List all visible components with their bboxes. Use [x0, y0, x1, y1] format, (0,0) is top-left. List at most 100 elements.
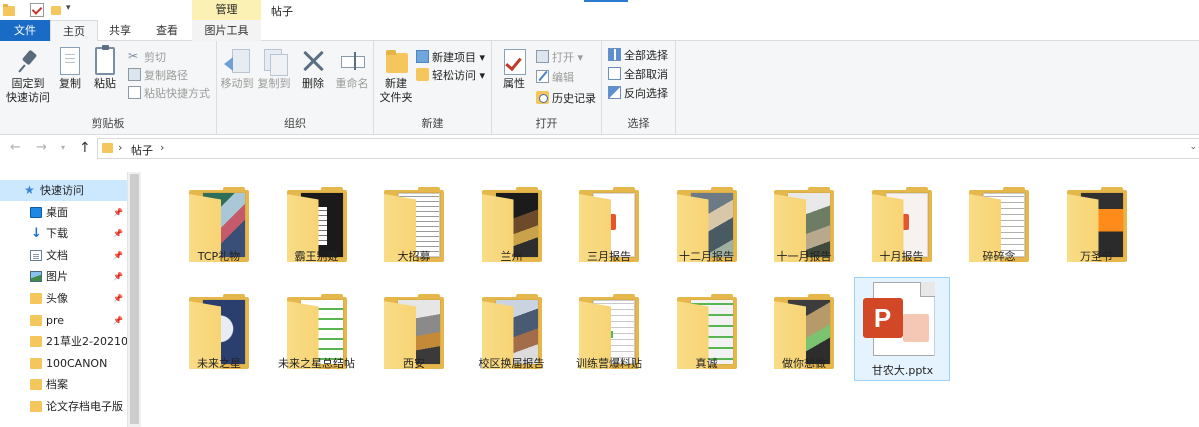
tab-share[interactable]: 共享: [98, 20, 142, 41]
nav-item-label: 下载: [46, 227, 68, 241]
recent-locations-icon[interactable]: ▾: [61, 143, 65, 152]
nav-item[interactable]: 21草业2-20210: [0, 331, 127, 352]
nav-item[interactable]: 论文存档电子版: [0, 396, 127, 417]
tab-file[interactable]: 文件: [0, 20, 50, 41]
pin-icon[interactable]: 📌: [113, 266, 123, 287]
rename-button[interactable]: 重命名: [333, 47, 371, 91]
pin-icon[interactable]: 📌: [113, 310, 123, 331]
address-bar[interactable]: › 帖子 › ⌄: [97, 138, 1199, 159]
easy-access-label: 轻松访问 ▾: [432, 69, 486, 82]
select-none-label: 全部取消: [624, 68, 668, 81]
pin-icon[interactable]: 📌: [113, 288, 123, 309]
select-all-button[interactable]: 全部选择: [608, 47, 668, 65]
address-dropdown-icon[interactable]: ⌄: [1189, 142, 1197, 152]
new-item-button[interactable]: 新建项目 ▾: [416, 49, 485, 67]
folder-item[interactable]: 未来之星总结帖: [269, 277, 365, 381]
delete-label: 删除: [302, 77, 324, 90]
desktop-icon: [30, 206, 42, 218]
easy-access-button[interactable]: 轻松访问 ▾: [416, 67, 485, 85]
forward-arrow-icon[interactable]: →: [36, 140, 47, 155]
select-none-button[interactable]: 全部取消: [608, 66, 668, 84]
nav-scrollbar[interactable]: [127, 172, 141, 427]
breadcrumb-item[interactable]: 帖子: [131, 142, 153, 158]
delete-button[interactable]: 删除: [297, 47, 329, 91]
ribbon-tabs: 文件 主页 共享 查看 图片工具: [0, 20, 1199, 42]
tab-view[interactable]: 查看: [142, 20, 192, 41]
folder-item[interactable]: 兰州: [464, 170, 560, 274]
pin-icon[interactable]: 📌: [113, 202, 123, 223]
file-name-label: 兰州: [500, 250, 523, 263]
move-to-label: 移动到: [220, 77, 254, 90]
file-name-label: 霸王别姬: [294, 250, 339, 263]
file-name-label: 西安: [403, 357, 425, 370]
pin-quick-access-button[interactable]: 固定到 快速访问: [4, 47, 52, 105]
file-name-label: 十一月报告: [776, 250, 832, 263]
folder-item[interactable]: 万圣节: [1049, 170, 1145, 274]
customize-quick-access-icon[interactable]: ▾: [66, 3, 71, 17]
tab-home[interactable]: 主页: [50, 20, 98, 42]
manage-context-tab[interactable]: 管理: [192, 0, 261, 20]
nav-item[interactable]: 头像 📌: [0, 288, 127, 309]
title-bar: ▾ 管理 帖子: [0, 0, 1199, 20]
nav-item[interactable]: 图片 📌: [0, 266, 127, 287]
folder-item[interactable]: 十月报告: [854, 170, 950, 274]
up-arrow-icon[interactable]: ↑: [79, 140, 91, 156]
new-folder-quick-icon[interactable]: [50, 3, 64, 17]
back-arrow-icon[interactable]: ←: [10, 140, 21, 155]
tab-picture-tools[interactable]: 图片工具: [192, 20, 261, 41]
file-name-label: 未来之星总结帖: [278, 357, 355, 370]
move-to-button[interactable]: 移动到: [219, 47, 255, 91]
history-button[interactable]: 历史记录: [536, 90, 596, 108]
edit-label: 编辑: [552, 71, 574, 84]
breadcrumb-separator-icon[interactable]: ›: [160, 141, 164, 154]
properties-button[interactable]: 属性: [496, 47, 532, 91]
folder-item[interactable]: 校区换届报告: [464, 277, 560, 381]
folder-item[interactable]: 三月报告: [561, 170, 657, 274]
folder-icon: [102, 143, 113, 153]
file-name-label: 真诚: [695, 357, 718, 370]
folder-item[interactable]: 霸王别姬: [269, 170, 365, 274]
nav-item[interactable]: 档案: [0, 374, 127, 395]
nav-item[interactable]: 快速访问: [0, 180, 127, 201]
file-name-label: 训练营爆料贴: [576, 357, 642, 370]
open-group: 属性 打开 ▾ 编辑 历史记录 打开: [492, 41, 602, 135]
copy-to-label: 复制到: [257, 77, 291, 90]
folder-item[interactable]: 真诚: [659, 277, 755, 381]
folder-item[interactable]: TCP礼物: [171, 170, 267, 274]
nav-item-label: 100CANON: [46, 356, 108, 370]
folder-item[interactable]: 做你想做: [756, 277, 852, 381]
nav-item[interactable]: 桌面 📌: [0, 202, 127, 223]
nav-item[interactable]: pre 📌: [0, 310, 127, 331]
copy-path-icon: [128, 68, 141, 81]
copy-button[interactable]: 复制: [54, 47, 86, 91]
open-label: 打开 ▾: [552, 51, 584, 64]
invert-selection-button[interactable]: 反向选择: [608, 85, 668, 103]
copy-to-button[interactable]: 复制到: [256, 47, 292, 91]
pin-icon[interactable]: 📌: [113, 245, 123, 266]
new-folder-button[interactable]: 新建 文件夹: [378, 47, 414, 105]
properties-quick-icon[interactable]: [30, 3, 44, 17]
folder-item[interactable]: 十二月报告: [659, 170, 755, 274]
select-group-label: 选择: [627, 117, 650, 130]
breadcrumb-separator-icon[interactable]: ›: [118, 141, 122, 154]
nav-item[interactable]: 文档 📌: [0, 245, 127, 266]
file-item[interactable]: P 甘农大.pptx: [853, 277, 950, 381]
cut-button[interactable]: 剪切: [128, 47, 166, 67]
paste-button[interactable]: 粘贴: [88, 45, 122, 91]
folder-item[interactable]: 十一月报告: [756, 170, 852, 274]
copy-path-button[interactable]: 复制路径: [128, 67, 188, 85]
folder-item[interactable]: 未来之星: [171, 277, 267, 381]
folder-item[interactable]: 大招募: [366, 170, 462, 274]
scissors-icon: [128, 47, 141, 65]
nav-item[interactable]: 下载 📌: [0, 223, 127, 244]
open-button[interactable]: 打开 ▾: [536, 49, 583, 67]
nav-scrollbar-thumb[interactable]: [130, 174, 139, 424]
folder-item[interactable]: 碎碎念: [951, 170, 1047, 274]
folder-icon: [30, 401, 42, 412]
edit-button[interactable]: 编辑: [536, 69, 574, 87]
folder-item[interactable]: 训练营爆料贴: [561, 277, 657, 381]
folder-item[interactable]: 西安: [366, 277, 462, 381]
pin-icon[interactable]: 📌: [113, 223, 123, 244]
paste-shortcut-button[interactable]: 粘贴快捷方式: [128, 85, 210, 103]
nav-item[interactable]: 100CANON: [0, 353, 127, 374]
